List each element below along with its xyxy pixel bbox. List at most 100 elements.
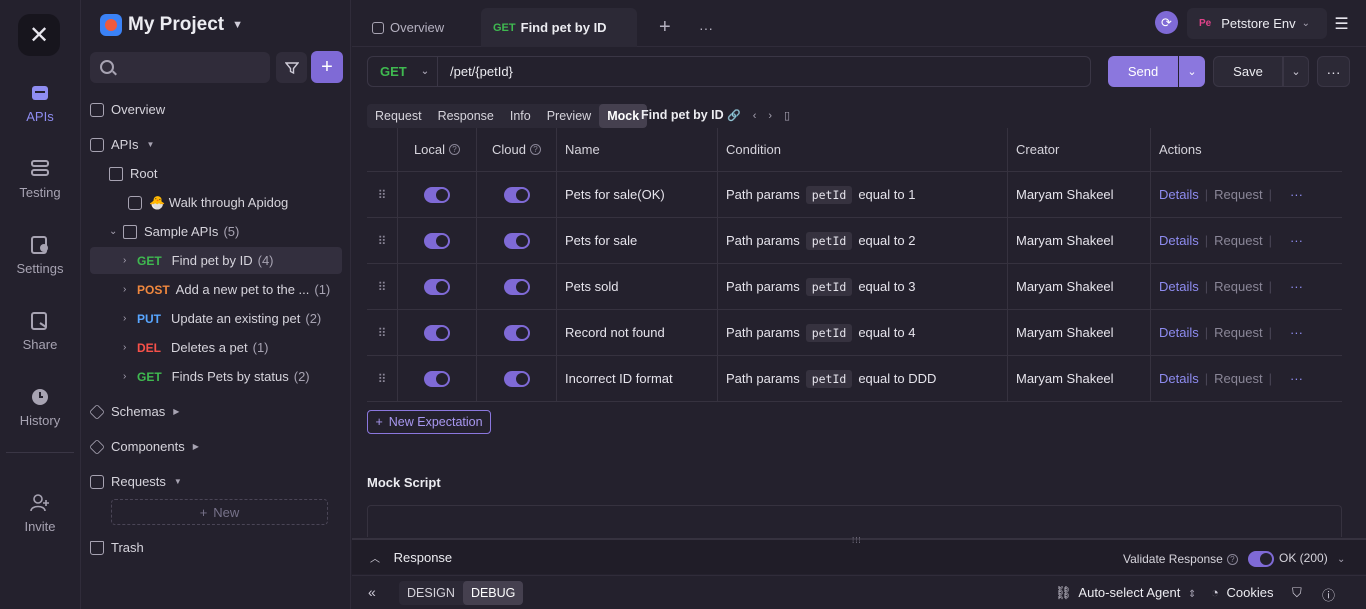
drag-handle-icon[interactable]: ⠿ bbox=[367, 218, 398, 263]
rail-share[interactable]: Share bbox=[0, 311, 80, 352]
tree-overview[interactable]: Overview bbox=[90, 96, 342, 123]
endpoint-item[interactable]: › GET Find pet by ID (4) bbox=[90, 247, 342, 274]
mode-design[interactable]: DESIGN bbox=[399, 581, 463, 605]
rail-testing[interactable]: Testing bbox=[0, 159, 80, 200]
tree-root[interactable]: Root bbox=[90, 160, 342, 187]
mode-debug[interactable]: DEBUG bbox=[462, 581, 524, 605]
cloud-toggle[interactable] bbox=[503, 370, 530, 387]
new-request-button[interactable]: + New bbox=[111, 499, 328, 525]
tree-requests-label: Requests bbox=[111, 474, 166, 489]
table-row: ⠿ Pets for sale(OK) Path params petId equal … bbox=[367, 172, 1342, 218]
sync-icon[interactable]: ⟳ bbox=[1155, 11, 1178, 34]
send-button[interactable]: Send bbox=[1108, 56, 1178, 87]
condition-cell: Path params petId equal to DDD bbox=[718, 356, 1008, 401]
filter-button[interactable] bbox=[276, 52, 307, 83]
tree-components[interactable]: Components ▶ bbox=[89, 433, 342, 460]
local-toggle[interactable] bbox=[424, 324, 450, 341]
link-icon[interactable]: 🔗 bbox=[727, 110, 753, 122]
tabs-more-button[interactable]: ··· bbox=[687, 8, 725, 47]
cloud-toggle[interactable] bbox=[503, 186, 530, 203]
details-link[interactable]: Details bbox=[1159, 325, 1199, 340]
panel-icon[interactable]: ▯ bbox=[784, 110, 802, 122]
request-link[interactable]: Request bbox=[1214, 371, 1262, 386]
more-options-button[interactable]: ··· bbox=[1317, 56, 1350, 87]
local-toggle[interactable] bbox=[424, 186, 450, 203]
endpoint-item[interactable]: › DEL Deletes a pet (1) bbox=[90, 334, 342, 361]
tree-trash[interactable]: Trash bbox=[90, 534, 342, 561]
cloud-toggle[interactable] bbox=[503, 324, 530, 341]
request-link[interactable]: Request bbox=[1214, 187, 1262, 202]
environment-select[interactable]: Pe Petstore Env ⌄ bbox=[1187, 8, 1327, 39]
add-button[interactable]: + bbox=[311, 51, 343, 83]
tree-schemas[interactable]: Schemas ▶ bbox=[89, 398, 342, 425]
request-link[interactable]: Request bbox=[1214, 325, 1262, 340]
local-toggle[interactable] bbox=[424, 232, 450, 249]
tab-info[interactable]: Info bbox=[502, 104, 539, 128]
method-badge: PUT bbox=[137, 311, 161, 326]
cookies-button[interactable]: ◔ Cookies bbox=[1211, 585, 1273, 600]
cloud-toggle[interactable] bbox=[503, 232, 530, 249]
tab-overview[interactable]: Overview bbox=[360, 8, 456, 47]
new-tab-button[interactable]: + bbox=[647, 8, 683, 47]
search-input[interactable] bbox=[90, 52, 270, 83]
collapse-sidebar-icon[interactable]: « bbox=[368, 584, 376, 600]
mock-script-editor[interactable] bbox=[367, 505, 1342, 537]
cloud-toggle[interactable] bbox=[503, 278, 530, 295]
rail-apis[interactable]: APIs bbox=[0, 83, 80, 124]
endpoint-item[interactable]: › GET Finds Pets by status (2) bbox=[90, 363, 342, 390]
tree-walkthrough[interactable]: 🐣 Walk through Apidog bbox=[90, 189, 342, 216]
row-more-icon[interactable]: ··· bbox=[1290, 233, 1303, 248]
agent-select[interactable]: ⛓ Auto-select Agent ⇕ bbox=[1055, 585, 1196, 601]
history-icon bbox=[32, 389, 48, 405]
rail-invite[interactable]: Invite bbox=[0, 493, 80, 534]
send-options-button[interactable]: ⌄ bbox=[1179, 56, 1205, 87]
method-select[interactable]: GET ⌄ bbox=[368, 57, 438, 86]
tab-find-pet[interactable]: GET Find pet by ID bbox=[481, 8, 637, 47]
row-more-icon[interactable]: ··· bbox=[1290, 187, 1303, 202]
action-divider: | bbox=[1204, 371, 1209, 386]
validate-toggle[interactable] bbox=[1247, 551, 1274, 567]
tab-mock[interactable]: Mock bbox=[599, 104, 648, 128]
details-link[interactable]: Details bbox=[1159, 187, 1199, 202]
request-link[interactable]: Request bbox=[1214, 279, 1262, 294]
resize-handle[interactable]: ⁞⁞⁞ bbox=[852, 536, 862, 545]
tree-root-label: Root bbox=[130, 166, 158, 181]
local-toggle[interactable] bbox=[424, 370, 450, 387]
project-sidebar: My Project ▼ + Overview APIs ▼ Root 🐣 Wa… bbox=[82, 0, 351, 609]
hamburger-menu-icon[interactable]: ☰ bbox=[1329, 11, 1354, 36]
rail-settings[interactable]: Settings bbox=[0, 235, 80, 276]
tree-requests[interactable]: Requests ▼ bbox=[90, 468, 342, 495]
drag-handle-icon[interactable]: ⠿ bbox=[367, 264, 398, 309]
tab-request[interactable]: Request bbox=[367, 104, 430, 128]
row-more-icon[interactable]: ··· bbox=[1290, 325, 1303, 340]
tab-preview[interactable]: Preview bbox=[539, 104, 599, 128]
drag-handle-icon[interactable]: ⠿ bbox=[367, 172, 398, 217]
details-link[interactable]: Details bbox=[1159, 233, 1199, 248]
endpoint-item[interactable]: › PUT Update an existing pet (2) bbox=[90, 305, 342, 332]
help-icon[interactable]: ⓘ bbox=[1322, 585, 1335, 604]
drag-handle-icon[interactable]: ⠿ bbox=[367, 356, 398, 401]
url-input[interactable]: /pet/{petId} bbox=[450, 64, 513, 79]
request-link[interactable]: Request bbox=[1214, 233, 1262, 248]
project-switcher[interactable]: My Project ▼ bbox=[100, 14, 243, 36]
save-options-button[interactable]: ⌄ bbox=[1283, 56, 1309, 87]
apidog-logo[interactable]: ✕ bbox=[18, 14, 60, 56]
endpoint-item[interactable]: › POST Add a new pet to the ... (1) bbox=[90, 276, 342, 303]
row-more-icon[interactable]: ··· bbox=[1290, 279, 1303, 294]
save-button[interactable]: Save bbox=[1213, 56, 1283, 87]
code-icon[interactable]: ‹› bbox=[753, 110, 784, 122]
details-link[interactable]: Details bbox=[1159, 279, 1199, 294]
shirt-icon[interactable]: ⛉ bbox=[1292, 585, 1302, 601]
local-toggle[interactable] bbox=[424, 278, 450, 295]
new-expectation-button[interactable]: + New Expectation bbox=[367, 410, 491, 434]
details-link[interactable]: Details bbox=[1159, 371, 1199, 386]
tree-sample-apis[interactable]: ⌄ Sample APIs (5) bbox=[90, 218, 342, 245]
rail-history[interactable]: History bbox=[0, 387, 80, 428]
response-toggle[interactable]: ︿ Response bbox=[370, 550, 452, 565]
rail-invite-label: Invite bbox=[24, 519, 56, 534]
drag-handle-icon[interactable]: ⠿ bbox=[367, 310, 398, 355]
response-status-select[interactable]: OK (200) ⌄ bbox=[1279, 551, 1345, 565]
tab-response[interactable]: Response bbox=[430, 104, 502, 128]
row-more-icon[interactable]: ··· bbox=[1290, 371, 1303, 386]
tree-apis[interactable]: APIs ▼ bbox=[90, 131, 342, 158]
